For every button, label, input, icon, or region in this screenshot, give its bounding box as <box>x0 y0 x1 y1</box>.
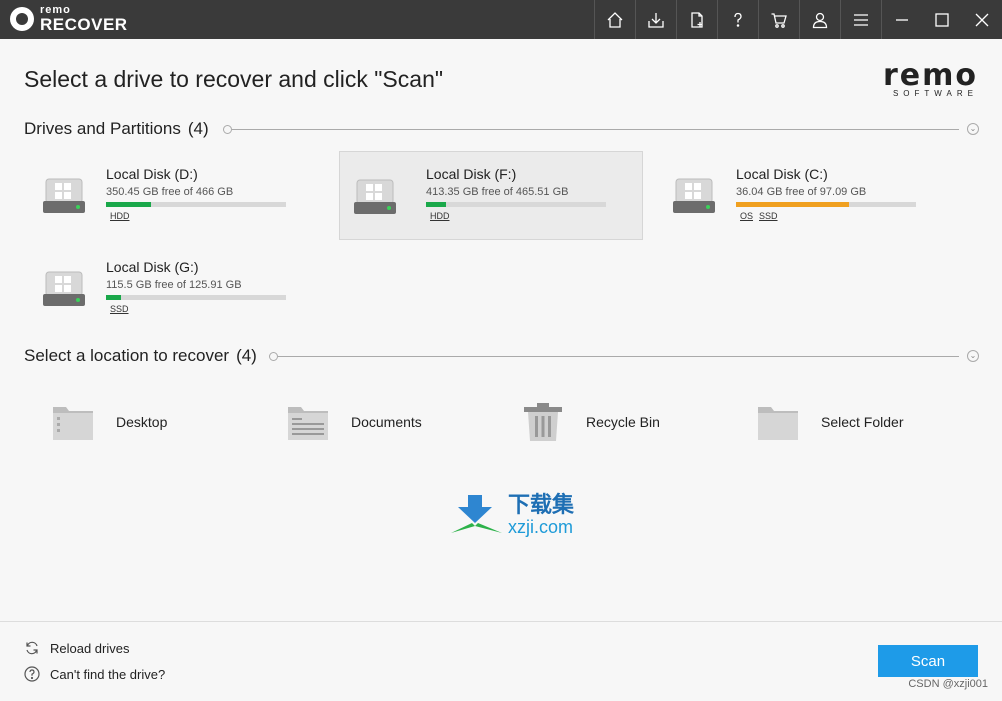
app-logo: remo RECOVER <box>10 5 128 33</box>
help-icon[interactable] <box>717 0 758 39</box>
drive-name: Local Disk (F:) <box>426 166 517 182</box>
drive-free-space: 36.04 GB free of 97.09 GB <box>736 186 867 198</box>
locations-count: (4) <box>236 346 257 365</box>
xzji-logo-icon <box>451 495 502 533</box>
drive-f[interactable]: Local Disk (F:) 413.35 GB free of 465.51… <box>339 151 643 240</box>
collapse-chevron-icon[interactable]: ⌄ <box>967 123 979 135</box>
reload-drives-label: Reload drives <box>50 640 130 656</box>
drive-usage-fill <box>736 202 850 207</box>
remo-logo-icon <box>10 7 34 31</box>
maximize-icon[interactable] <box>922 0 962 39</box>
drive-name: Local Disk (D:) <box>106 166 198 182</box>
drive-g[interactable]: Local Disk (G:) 115.5 GB free of 125.91 … <box>29 244 333 333</box>
download-icon[interactable] <box>635 0 676 39</box>
hard-drive-icon <box>43 271 85 306</box>
question-circle-icon <box>24 666 40 682</box>
section-divider <box>231 128 959 130</box>
xzji-watermark: 下载集 xzji.com <box>450 493 574 537</box>
hard-drive-icon <box>43 178 85 213</box>
remo-software-logo: remo SOFTWARE <box>883 58 978 98</box>
location-documents[interactable]: Documents <box>287 400 422 444</box>
drive-name: Local Disk (G:) <box>106 259 199 275</box>
drives-section-label: Drives and Partitions (4) <box>24 119 209 138</box>
drive-tag: SSD <box>759 211 778 221</box>
drive-usage-bar <box>736 202 916 207</box>
reload-icon <box>26 641 38 655</box>
drive-name: Local Disk (C:) <box>736 166 828 182</box>
csdn-credit: CSDN @xzji001 <box>908 678 988 690</box>
select-folder-icon <box>758 407 798 440</box>
watermark-cn-text: 下载集 <box>508 492 575 517</box>
section-start-circle-icon <box>222 124 232 134</box>
location-select-folder[interactable]: Select Folder <box>757 400 903 444</box>
page-title: Select a drive to recover and click "Sca… <box>24 66 444 92</box>
documents-folder-icon <box>288 407 328 440</box>
minimize-icon[interactable] <box>881 0 922 39</box>
scan-button[interactable]: Scan <box>878 645 978 677</box>
home-icon[interactable] <box>594 0 635 39</box>
hard-drive-icon <box>673 178 715 213</box>
location-recycle-bin[interactable]: Recycle Bin <box>522 400 660 444</box>
drive-usage-fill <box>106 202 151 207</box>
locations-section-label: Select a location to recover (4) <box>24 346 257 365</box>
close-icon[interactable] <box>962 0 1002 39</box>
drives-section-header: Drives and Partitions (4) ⌄ <box>24 119 979 139</box>
cant-find-drive-label: Can't find the drive? <box>50 666 166 682</box>
section-start-circle-icon <box>268 351 278 361</box>
location-label: Desktop <box>116 414 168 430</box>
cart-icon[interactable] <box>758 0 799 39</box>
drive-usage-fill <box>106 295 121 300</box>
drive-usage-bar <box>426 202 606 207</box>
menu-icon[interactable] <box>840 0 881 39</box>
location-label: Recycle Bin <box>586 414 660 430</box>
drive-tag: SSD <box>110 304 129 314</box>
drive-d[interactable]: Local Disk (D:) 350.45 GB free of 466 GB… <box>29 151 333 240</box>
drive-usage-fill <box>426 202 447 207</box>
location-label: Select Folder <box>821 414 904 430</box>
location-desktop[interactable]: Desktop <box>52 400 167 444</box>
drive-c[interactable]: Local Disk (C:) 36.04 GB free of 97.09 G… <box>659 151 963 240</box>
drives-count: (4) <box>187 119 209 138</box>
drive-tag: HDD <box>430 211 450 221</box>
brand-sub: SOFTWARE <box>892 89 978 98</box>
title-bar: remo RECOVER <box>0 0 1002 39</box>
recycle-bin-icon <box>524 403 562 441</box>
drive-usage-bar <box>106 202 286 207</box>
drive-free-space: 115.5 GB free of 125.91 GB <box>106 279 242 291</box>
file-add-icon[interactable] <box>676 0 717 39</box>
user-icon[interactable] <box>799 0 840 39</box>
collapse-chevron-icon[interactable]: ⌄ <box>967 350 979 362</box>
cant-find-drive-link[interactable]: Can't find the drive? <box>24 666 165 682</box>
brand-word: remo <box>882 58 978 93</box>
reload-drives-link[interactable]: Reload drives <box>24 640 130 656</box>
section-divider <box>277 355 959 357</box>
drive-tag: OS <box>740 211 754 221</box>
logo-big-text: RECOVER <box>40 15 128 34</box>
footer-divider <box>0 621 1002 622</box>
hard-drive-icon <box>354 179 396 214</box>
drive-usage-bar <box>106 295 286 300</box>
drive-tag: HDD <box>110 211 130 221</box>
locations-section-header: Select a location to recover (4) ⌄ <box>24 346 979 366</box>
watermark-url-text: xzji.com <box>508 517 574 537</box>
drive-free-space: 413.35 GB free of 465.51 GB <box>426 186 569 198</box>
location-label: Documents <box>351 414 422 430</box>
desktop-folder-icon <box>53 407 93 440</box>
drive-free-space: 350.45 GB free of 466 GB <box>106 186 234 198</box>
